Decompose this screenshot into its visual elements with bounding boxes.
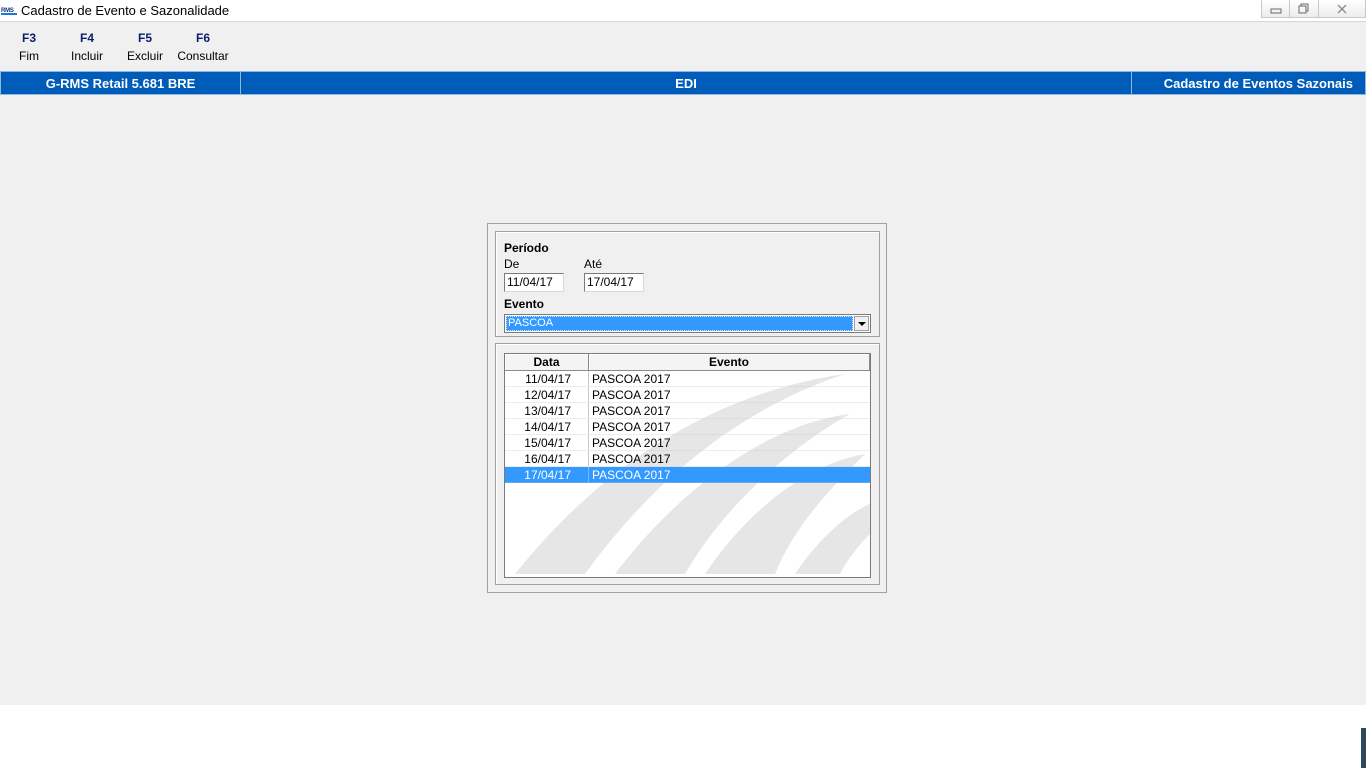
chevron-down-icon <box>857 322 866 326</box>
window-title: Cadastro de Evento e Sazonalidade <box>21 3 230 18</box>
periodo-label: Período <box>504 241 549 255</box>
fkey-label: Consultar <box>177 49 229 63</box>
status-bar: G-RMS Retail 5.681 BRE EDI Cadastro de E… <box>0 71 1366 95</box>
evento-label: Evento <box>504 297 545 311</box>
fkey-label: Excluir <box>126 49 163 63</box>
evento-selected-value: PASCOA <box>506 316 853 331</box>
restore-button[interactable] <box>1290 0 1319 18</box>
column-header-data[interactable]: Data <box>505 354 589 370</box>
fkey-code: F4 <box>79 31 94 45</box>
date-to-field[interactable]: 17/04/17 <box>584 273 644 292</box>
row-date: 15/04/17 <box>505 435 589 450</box>
fkey-consultar-button[interactable]: F6 Consultar <box>174 31 232 63</box>
window-controls <box>1261 0 1366 18</box>
row-date: 17/04/17 <box>505 467 589 482</box>
grid-header: Data Evento <box>505 354 870 371</box>
table-row[interactable]: 13/04/17 PASCOA 2017 <box>505 403 870 419</box>
restore-icon <box>1298 3 1309 14</box>
row-event: PASCOA 2017 <box>592 468 671 482</box>
close-icon <box>1337 4 1347 13</box>
row-event: PASCOA 2017 <box>592 372 671 386</box>
fkey-code: F5 <box>137 31 152 45</box>
close-button[interactable] <box>1319 0 1366 18</box>
dropdown-arrow-button[interactable] <box>854 316 869 331</box>
table-row[interactable]: 12/04/17 PASCOA 2017 <box>505 387 870 403</box>
results-group: Data Evento 11/04/17 PASCOA 2017 12/04/1… <box>495 343 880 585</box>
table-row[interactable]: 16/04/17 PASCOA 2017 <box>505 451 870 467</box>
fkey-code: F6 <box>195 31 210 45</box>
row-date: 12/04/17 <box>505 387 589 402</box>
status-module: EDI <box>240 71 1132 95</box>
de-label: De <box>504 257 520 271</box>
fkey-code: F3 <box>21 31 36 45</box>
row-date: 16/04/17 <box>505 451 589 466</box>
fkey-label: Fim <box>19 49 39 63</box>
table-row-selected[interactable]: 17/04/17 PASCOA 2017 <box>505 467 870 483</box>
function-key-toolbar: F3 Fim F4 Incluir F5 Excluir F6 Consulta… <box>0 22 1366 71</box>
fkey-label: Incluir <box>70 49 103 63</box>
date-from-field[interactable]: 11/04/17 <box>504 273 564 292</box>
minimize-button[interactable] <box>1261 0 1290 18</box>
fkey-excluir-button[interactable]: F5 Excluir <box>116 31 174 63</box>
row-event: PASCOA 2017 <box>592 452 671 466</box>
row-date: 11/04/17 <box>505 371 589 386</box>
table-row[interactable]: 14/04/17 PASCOA 2017 <box>505 419 870 435</box>
filter-group: Período De Até 11/04/17 17/04/17 Evento … <box>495 231 880 337</box>
app-logo-icon: RMS <box>1 6 17 16</box>
table-row[interactable]: 15/04/17 PASCOA 2017 <box>505 435 870 451</box>
row-event: PASCOA 2017 <box>592 404 671 418</box>
column-header-evento[interactable]: Evento <box>589 354 870 370</box>
row-event: PASCOA 2017 <box>592 388 671 402</box>
bottom-strip <box>0 705 1366 768</box>
bottom-edge-mark <box>1361 728 1366 768</box>
ate-label: Até <box>584 257 603 271</box>
row-event: PASCOA 2017 <box>592 420 671 434</box>
grid-rows: 11/04/17 PASCOA 2017 12/04/17 PASCOA 201… <box>505 371 870 483</box>
row-date: 13/04/17 <box>505 403 589 418</box>
row-date: 14/04/17 <box>505 419 589 434</box>
title-bar: RMS Cadastro de Evento e Sazonalidade <box>0 0 1366 22</box>
events-grid[interactable]: Data Evento 11/04/17 PASCOA 2017 12/04/1… <box>504 353 871 578</box>
table-row[interactable]: 11/04/17 PASCOA 2017 <box>505 371 870 387</box>
status-app-version: G-RMS Retail 5.681 BRE <box>0 71 241 95</box>
fkey-incluir-button[interactable]: F4 Incluir <box>58 31 116 63</box>
evento-dropdown[interactable]: PASCOA <box>504 314 871 333</box>
evento-dialog: Período De Até 11/04/17 17/04/17 Evento … <box>487 223 887 593</box>
fkey-fim-button[interactable]: F3 Fim <box>0 31 58 63</box>
row-event: PASCOA 2017 <box>592 436 671 450</box>
minimize-icon <box>1270 8 1281 13</box>
status-screen-name: Cadastro de Eventos Sazonais <box>1131 71 1366 95</box>
